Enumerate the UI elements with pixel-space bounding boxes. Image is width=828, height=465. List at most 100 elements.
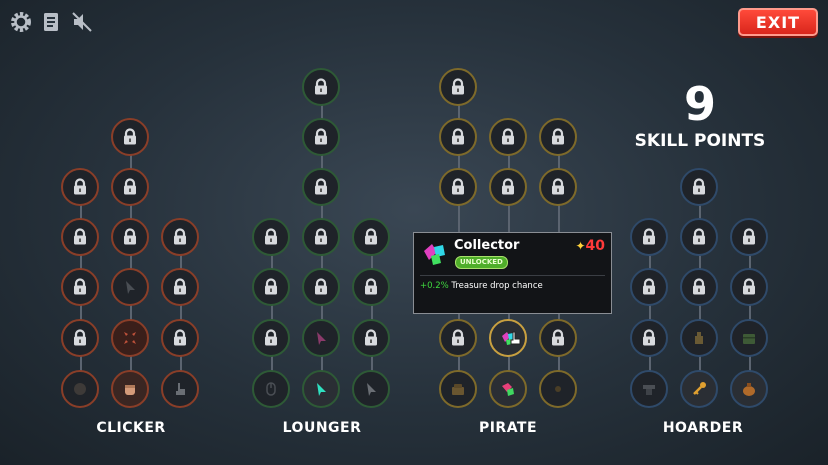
clicker-skill-node[interactable] bbox=[111, 118, 149, 156]
lounger-skill-node[interactable] bbox=[302, 218, 340, 256]
clicker-skill-node[interactable] bbox=[161, 319, 199, 357]
tree-label-pirate: PIRATE bbox=[478, 420, 538, 436]
pirate-skill-node[interactable] bbox=[439, 68, 477, 106]
clicker-skill-node[interactable] bbox=[161, 268, 199, 306]
hoarder-skill-node[interactable] bbox=[630, 319, 668, 357]
clicker-skill-node[interactable] bbox=[161, 370, 199, 408]
treasure-icon bbox=[452, 384, 464, 395]
lounger-skill-node[interactable] bbox=[352, 370, 390, 408]
lock-icon bbox=[74, 228, 86, 245]
tree-label-lounger: LOUNGER bbox=[282, 420, 362, 436]
hoarder-skill-node[interactable] bbox=[730, 268, 768, 306]
exit-button[interactable]: EXIT bbox=[738, 8, 818, 36]
lock-icon bbox=[315, 128, 327, 145]
lounger-skill-node[interactable] bbox=[302, 370, 340, 408]
pirate-skill-node[interactable] bbox=[439, 168, 477, 206]
sparkle-icon bbox=[555, 386, 561, 392]
hoarder-skill-node[interactable] bbox=[680, 168, 718, 206]
lock-icon bbox=[502, 128, 514, 145]
lock-icon bbox=[552, 178, 564, 195]
clicker-skill-node[interactable] bbox=[111, 218, 149, 256]
hoarder-skill-node[interactable] bbox=[630, 370, 668, 408]
money-bag-icon bbox=[743, 383, 755, 396]
hoarder-skill-node[interactable] bbox=[730, 370, 768, 408]
hoarder-skill-node[interactable] bbox=[730, 319, 768, 357]
pirate-skill-node[interactable] bbox=[489, 118, 527, 156]
lock-icon bbox=[74, 329, 86, 346]
lock-icon bbox=[693, 178, 705, 195]
clicker-skill-node[interactable] bbox=[161, 218, 199, 256]
lock-icon bbox=[365, 278, 377, 295]
skill-points-count: 9 bbox=[683, 77, 716, 131]
fist-icon bbox=[125, 385, 135, 395]
hoarder-skill-node[interactable] bbox=[730, 218, 768, 256]
clicker-skill-node[interactable] bbox=[61, 268, 99, 306]
lounger-skill-node[interactable] bbox=[352, 218, 390, 256]
connector bbox=[271, 237, 273, 387]
gems-icon bbox=[424, 244, 445, 265]
notes-icon[interactable] bbox=[40, 10, 64, 34]
lounger-skill-node[interactable] bbox=[302, 118, 340, 156]
pirate-skill-node[interactable] bbox=[439, 370, 477, 408]
hoarder-skill-node[interactable] bbox=[680, 218, 718, 256]
key-icon bbox=[693, 382, 706, 395]
lock-icon bbox=[365, 329, 377, 346]
lock-icon bbox=[452, 78, 464, 95]
lock-icon bbox=[643, 329, 655, 346]
clicker-skill-node[interactable] bbox=[111, 319, 149, 357]
lock-icon bbox=[452, 329, 464, 346]
lock-icon bbox=[265, 228, 277, 245]
lock-icon bbox=[743, 278, 755, 295]
clicker-skill-node[interactable] bbox=[111, 268, 149, 306]
hoarder-skill-node[interactable] bbox=[680, 268, 718, 306]
lock-icon bbox=[743, 228, 755, 245]
pirate-skill-node[interactable] bbox=[439, 319, 477, 357]
lounger-skill-node[interactable] bbox=[352, 319, 390, 357]
lock-icon bbox=[174, 228, 186, 245]
connector bbox=[649, 237, 651, 387]
lounger-skill-node[interactable] bbox=[252, 319, 290, 357]
cost-value: 40 bbox=[585, 238, 605, 254]
lounger-skill-node[interactable] bbox=[252, 370, 290, 408]
gear-icon[interactable] bbox=[9, 10, 33, 34]
pirate-skill-node[interactable] bbox=[539, 370, 577, 408]
clicker-skill-node[interactable] bbox=[111, 370, 149, 408]
arrows-icon bbox=[124, 332, 136, 344]
pirate-skill-node[interactable] bbox=[539, 168, 577, 206]
clicker-skill-node[interactable] bbox=[61, 218, 99, 256]
clicker-skill-node[interactable] bbox=[61, 319, 99, 357]
lock-icon bbox=[552, 329, 564, 346]
connector bbox=[371, 237, 373, 387]
pirate-skill-node[interactable] bbox=[489, 168, 527, 206]
tooltip-description: +0.2% Treasure drop chance bbox=[420, 281, 543, 291]
lock-icon bbox=[643, 278, 655, 295]
hoarder-skill-node[interactable] bbox=[680, 370, 718, 408]
lock-icon bbox=[315, 278, 327, 295]
statue-icon bbox=[695, 332, 703, 344]
lounger-skill-node[interactable] bbox=[302, 268, 340, 306]
chest-icon bbox=[743, 334, 755, 344]
clicker-skill-node[interactable] bbox=[61, 370, 99, 408]
hoarder-skill-node[interactable] bbox=[630, 218, 668, 256]
lounger-skill-node[interactable] bbox=[252, 268, 290, 306]
effect-value: +0.2% bbox=[420, 281, 449, 291]
sound-muted-icon[interactable] bbox=[70, 10, 94, 34]
anvil-icon bbox=[643, 385, 655, 395]
lock-icon bbox=[502, 178, 514, 195]
hoarder-skill-node[interactable] bbox=[680, 319, 718, 357]
clicker-skill-node[interactable] bbox=[111, 168, 149, 206]
pirate-skill-node[interactable] bbox=[439, 118, 477, 156]
lounger-skill-node[interactable] bbox=[302, 168, 340, 206]
hand-pointer-icon bbox=[176, 383, 185, 395]
hand-cursor-icon bbox=[510, 331, 521, 345]
pirate-skill-node[interactable] bbox=[539, 118, 577, 156]
pirate-skill-node[interactable] bbox=[539, 319, 577, 357]
lounger-skill-node[interactable] bbox=[302, 319, 340, 357]
lounger-skill-node[interactable] bbox=[302, 68, 340, 106]
lounger-skill-node[interactable] bbox=[352, 268, 390, 306]
pirate-skill-node[interactable] bbox=[489, 370, 527, 408]
lounger-skill-node[interactable] bbox=[252, 218, 290, 256]
clicker-skill-node[interactable] bbox=[61, 168, 99, 206]
hoarder-skill-node[interactable] bbox=[630, 268, 668, 306]
cursor-icon bbox=[317, 332, 326, 345]
